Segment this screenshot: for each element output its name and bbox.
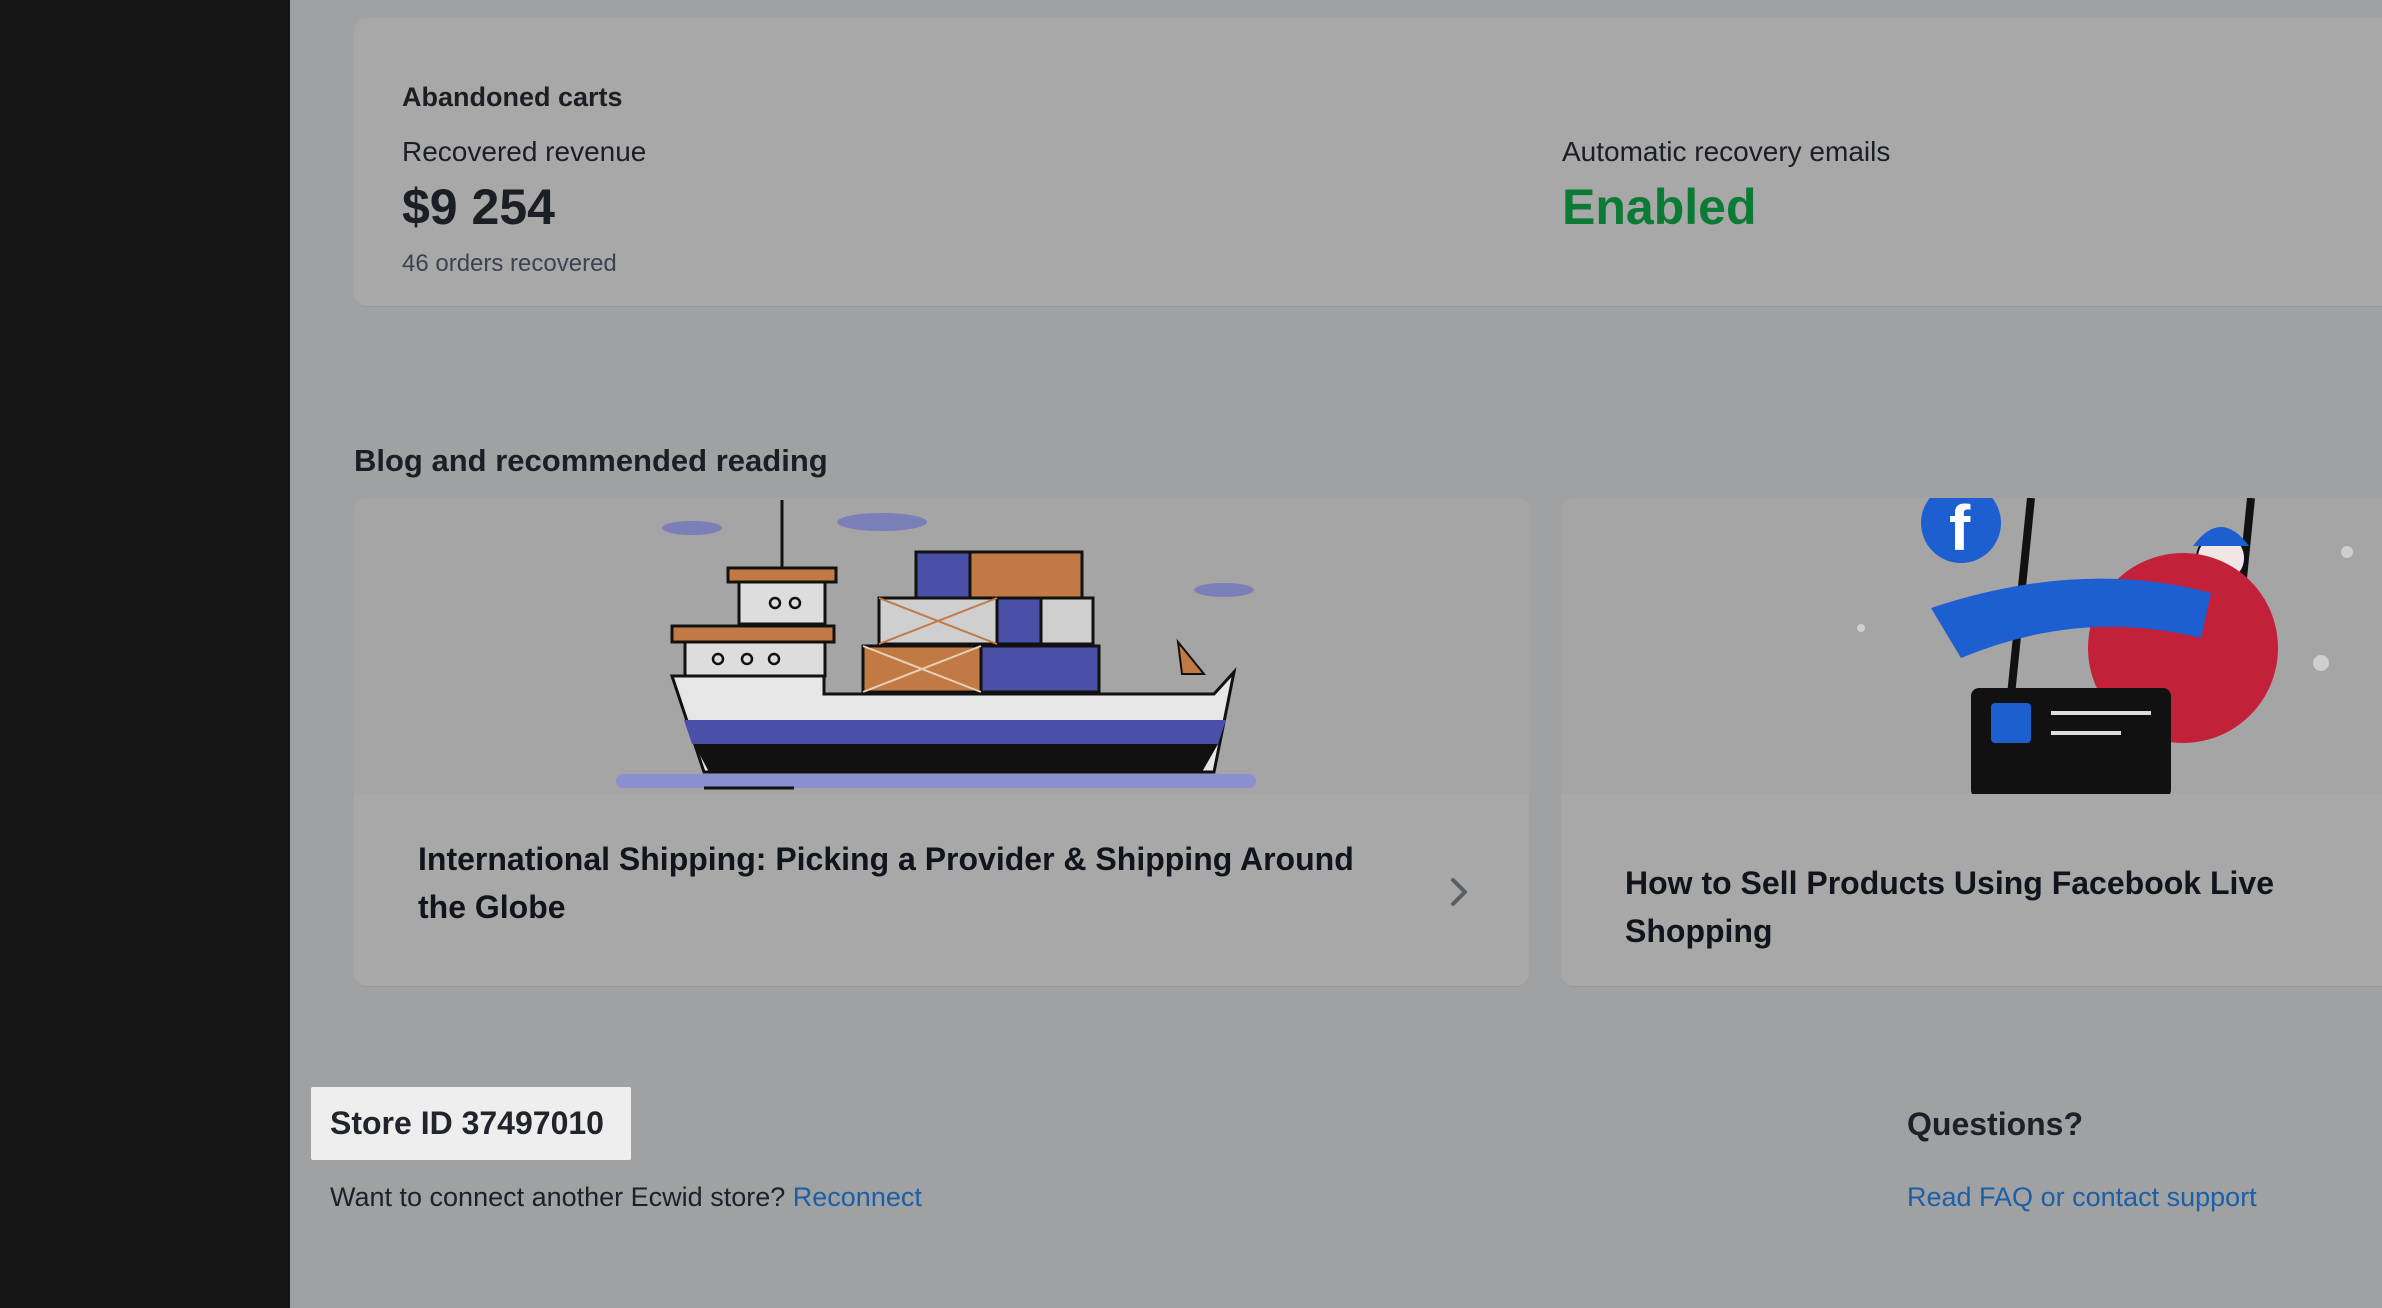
store-id-badge: Store ID 37497010 [311,1087,631,1160]
connect-store-label: Want to connect another Ecwid store? [330,1182,786,1212]
footer: Store ID 37497010 Want to connect anothe… [290,1050,2382,1308]
orders-recovered-count: 46 orders recovered [402,250,617,277]
questions-title: Questions? [1907,1106,2084,1142]
left-sidebar [0,0,290,1308]
recovery-emails-status: Enabled [1562,179,1757,235]
blog-article-title[interactable]: International Shipping: Picking a Provid… [418,835,1398,931]
blog-section-title: Blog and recommended reading [354,443,828,478]
recovered-revenue-value: $9 254 [402,179,555,235]
blog-article-card[interactable]: International Shipping: Picking a Provid… [354,498,1529,986]
main-content: Abandoned carts Recovered revenue $9 254… [290,0,2382,1308]
blog-article-title[interactable]: How to Sell Products Using Facebook Live… [1625,859,2382,955]
reconnect-link[interactable]: Reconnect [793,1182,922,1212]
recovered-revenue-label: Recovered revenue [402,136,647,167]
abandoned-carts-title: Abandoned carts [402,82,623,112]
abandoned-carts-card: Abandoned carts Recovered revenue $9 254… [354,18,2382,306]
chevron-right-icon[interactable] [1441,874,1477,910]
cargo-ship-illustration [354,498,1529,794]
facebook-live-shopper-illustration: f [1561,498,2382,798]
blog-article-card[interactable]: f How to Sell Products Using Facebook Li… [1561,498,2382,986]
svg-text:f: f [1949,498,1971,564]
faq-support-link[interactable]: Read FAQ or contact support [1907,1182,2257,1213]
connect-store-text: Want to connect another Ecwid store? Rec… [330,1182,922,1213]
recovery-emails-label: Automatic recovery emails [1562,136,1891,167]
